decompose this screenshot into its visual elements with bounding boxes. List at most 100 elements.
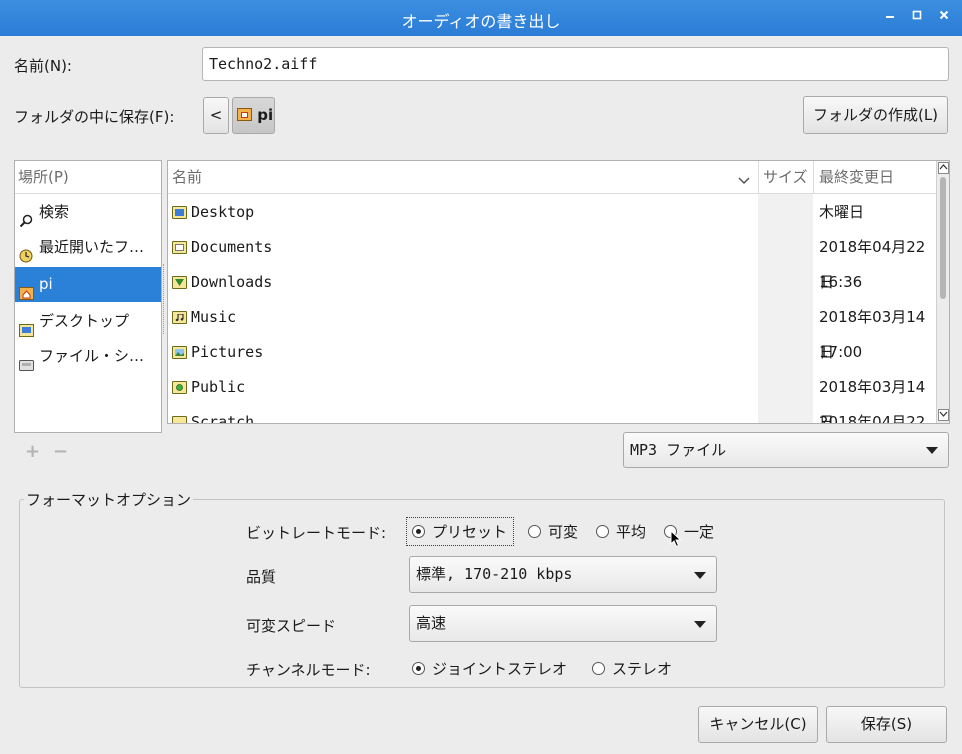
bitrate-mode-label: ビットレートモード:	[246, 524, 387, 542]
file-name: Scratch	[191, 413, 255, 424]
documents-folder-icon	[172, 241, 187, 254]
column-divider	[813, 161, 814, 194]
folder-icon	[172, 416, 187, 423]
dropdown-arrow-icon	[926, 447, 938, 454]
column-header-modified[interactable]: 最終変更日	[819, 161, 894, 194]
file-row[interactable]: Pictures 17:00	[168, 335, 938, 370]
place-item-label: デスクトップ	[39, 312, 130, 330]
radio-selected-icon	[412, 662, 425, 675]
variable-speed-select[interactable]: 高速	[409, 605, 717, 642]
bitrate-option-label: 可変	[548, 523, 579, 541]
path-back-button[interactable]: <	[203, 97, 229, 134]
bitrate-option-label: プリセット	[432, 523, 508, 541]
radio-unselected-icon	[528, 525, 541, 538]
window-title: オーディオの書き出し	[401, 12, 561, 31]
channel-joint-stereo-radio[interactable]: ジョイントステレオ	[410, 657, 585, 681]
variable-speed-value: 高速	[416, 614, 447, 632]
place-item-recent[interactable]: 最近開いたフ…	[15, 230, 161, 265]
add-place-icon[interactable]: +	[25, 441, 40, 462]
downloads-folder-icon	[172, 276, 187, 289]
remove-place-icon[interactable]: −	[53, 441, 68, 462]
file-row[interactable]: Downloads 16:36	[168, 265, 938, 300]
place-item-search[interactable]: 検索	[15, 195, 161, 230]
file-name: Desktop	[191, 203, 255, 221]
scrollbar-thumb[interactable]	[940, 177, 946, 299]
file-row[interactable]: Documents 2018年04月22日	[168, 230, 938, 291]
close-icon[interactable]	[934, 8, 954, 28]
place-item-filesystem[interactable]: ファイル・シ…	[15, 339, 161, 374]
dropdown-arrow-icon	[694, 620, 706, 628]
file-row[interactable]: Scratch 2018年04月22日	[168, 405, 938, 424]
places-sidebar: 場所(P) 検索 最近開いたフ… pi デスクトップ ファイル・シ…	[14, 160, 162, 433]
file-modified: 木曜日	[819, 203, 865, 221]
place-item-label: ファイル・シ…	[39, 347, 145, 365]
home-folder-icon	[19, 278, 34, 300]
file-name: Downloads	[191, 273, 273, 291]
desktop-folder-icon	[172, 206, 187, 219]
scroll-down-icon[interactable]	[938, 409, 949, 421]
radio-selected-icon	[412, 525, 425, 538]
quality-select[interactable]: 標準, 170-210 kbps	[409, 556, 717, 593]
pane-splitter[interactable]	[163, 264, 165, 334]
create-folder-button[interactable]: フォルダの作成(L)	[803, 96, 948, 134]
file-name: Music	[191, 308, 237, 326]
file-list-header: 名前 サイズ 最終変更日	[168, 161, 938, 194]
home-folder-icon	[237, 108, 252, 121]
minimize-icon[interactable]	[880, 8, 900, 28]
place-item-pi[interactable]: pi	[15, 267, 161, 302]
bitrate-average-radio[interactable]: 平均	[595, 520, 655, 544]
public-folder-icon	[172, 381, 187, 394]
title-bar: オーディオの書き出し	[0, 0, 962, 36]
file-name: Public	[191, 378, 246, 396]
file-list-scrollbar[interactable]	[936, 161, 949, 423]
channel-mode-label: チャンネルモード:	[246, 661, 371, 679]
scroll-up-icon[interactable]	[938, 162, 949, 174]
place-item-label: 最近開いたフ…	[39, 238, 145, 256]
file-name: Documents	[191, 238, 273, 256]
maximize-icon[interactable]	[907, 8, 927, 28]
save-in-label: フォルダの中に保存(F):	[14, 108, 175, 126]
place-item-label: 検索	[39, 203, 70, 221]
bitrate-preset-radio[interactable]: プリセット	[410, 520, 510, 544]
file-list: 名前 サイズ 最終変更日 Desktop 木曜日 Documents 2018年…	[167, 160, 950, 424]
places-header: 場所(P)	[15, 161, 161, 194]
save-button[interactable]: 保存(S)	[826, 706, 947, 743]
quality-value: 標準, 170-210 kbps	[416, 565, 573, 583]
bitrate-option-label: 平均	[616, 523, 647, 541]
file-row[interactable]: Music 2018年03月14日	[168, 300, 938, 361]
pictures-folder-icon	[172, 346, 187, 359]
mouse-cursor-icon	[670, 529, 682, 552]
channel-option-label: ステレオ	[612, 660, 673, 678]
place-item-label: pi	[39, 275, 53, 293]
column-header-name[interactable]: 名前	[172, 161, 202, 194]
cancel-button[interactable]: キャンセル(C)	[698, 706, 818, 743]
column-header-size[interactable]: サイズ	[763, 161, 808, 194]
desktop-icon	[19, 315, 34, 337]
file-type-select[interactable]: MP3 ファイル	[623, 432, 949, 468]
format-options-title: フォーマットオプション	[24, 489, 194, 510]
file-row[interactable]: Public 2018年03月14日	[168, 370, 938, 423]
chevron-left-icon: <	[209, 106, 223, 124]
file-modified: 16:36	[819, 273, 863, 291]
radio-unselected-icon	[592, 662, 605, 675]
bitrate-option-label: 一定	[684, 523, 715, 541]
file-row[interactable]: Desktop 木曜日	[168, 195, 938, 230]
file-name: Pictures	[191, 343, 264, 361]
recent-icon	[19, 241, 34, 263]
chevron-down-icon[interactable]	[738, 173, 750, 188]
bitrate-variable-radio[interactable]: 可変	[527, 520, 587, 544]
path-segment-label: pi	[257, 106, 274, 124]
search-icon	[19, 206, 34, 228]
dropdown-arrow-icon	[694, 571, 706, 579]
radio-unselected-icon	[596, 525, 609, 538]
music-folder-icon	[172, 311, 187, 324]
channel-option-label: ジョイントステレオ	[432, 660, 568, 678]
column-divider	[758, 161, 759, 194]
place-item-desktop[interactable]: デスクトップ	[15, 304, 161, 339]
file-modified: 2018年04月22日	[819, 413, 926, 424]
filename-input[interactable]: Techno2.aiff	[202, 47, 949, 81]
variable-speed-label: 可変スピード	[246, 617, 337, 635]
channel-stereo-radio[interactable]: ステレオ	[591, 657, 691, 681]
path-segment-pi[interactable]: pi	[232, 97, 275, 134]
drive-icon	[19, 350, 34, 371]
